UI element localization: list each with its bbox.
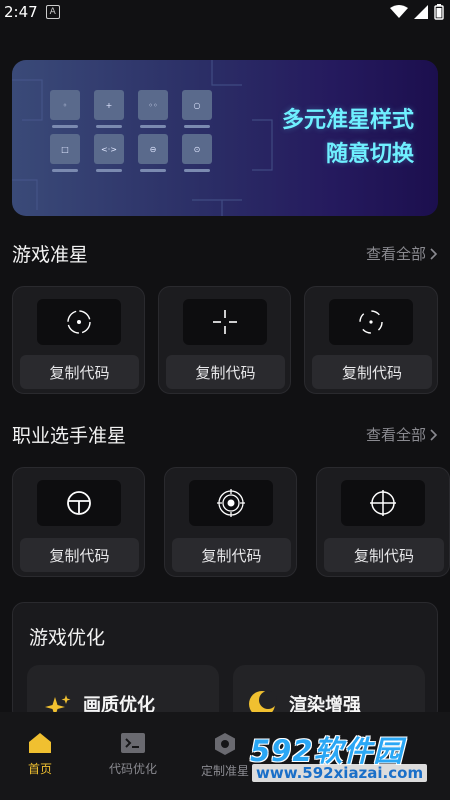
section-header-pro-crosshair: 职业选手准星 查看全部 bbox=[12, 421, 438, 448]
banner-title-line2: 随意切换 bbox=[325, 142, 414, 167]
bracket-circle-crosshair-icon bbox=[359, 310, 383, 334]
chevron-right-icon bbox=[430, 428, 438, 441]
chevron-right-icon bbox=[430, 247, 438, 260]
terminal-icon bbox=[121, 733, 145, 753]
crosshair-preview bbox=[183, 299, 267, 345]
status-bar: 2:47 A bbox=[0, 0, 450, 24]
copy-code-button[interactable]: 复制代码 bbox=[20, 355, 139, 389]
thumbnail: ◦ bbox=[50, 90, 80, 128]
status-time: 2:47 bbox=[4, 3, 38, 21]
thumbnail: □ bbox=[50, 134, 80, 172]
crosshair-card[interactable]: 复制代码 bbox=[12, 286, 145, 394]
banner-title-line1: 多元准星样式 bbox=[281, 108, 414, 133]
watermark: 592软件园 www.592xiazai.com bbox=[246, 724, 446, 788]
wifi-icon bbox=[390, 5, 408, 18]
nav-item-home[interactable]: 首页 bbox=[0, 732, 85, 777]
game-optimization-panel: 游戏优化 画质优化 渲染增强 bbox=[12, 602, 438, 735]
crosshair-card[interactable]: 复制代码 bbox=[12, 467, 145, 577]
crosshair-preview bbox=[329, 299, 413, 345]
copy-code-button[interactable]: 复制代码 bbox=[312, 355, 432, 389]
crosshair-card[interactable]: 复制代码 bbox=[164, 467, 297, 577]
see-all-label: 查看全部 bbox=[365, 245, 426, 263]
scope-crosshair-icon bbox=[370, 490, 396, 516]
thumbnail: <·> bbox=[94, 134, 124, 172]
dot-circle-crosshair-icon bbox=[67, 310, 91, 334]
promo-banner[interactable]: ◦ + ◦◦ ○ □ <·> ⊖ ⊙ 多元准星样式 随意切换 bbox=[12, 60, 438, 216]
see-all-link[interactable]: 查看全部 bbox=[366, 243, 438, 264]
crosshair-preview bbox=[341, 480, 425, 526]
section-header-game-crosshair: 游戏准星 查看全部 bbox=[12, 240, 438, 267]
copy-code-button[interactable]: 复制代码 bbox=[166, 355, 285, 389]
split-cross-crosshair-icon bbox=[213, 310, 237, 334]
nav-label: 代码优化 bbox=[108, 762, 157, 776]
crosshair-card[interactable]: 复制代码 bbox=[304, 286, 438, 394]
see-all-link[interactable]: 查看全部 bbox=[366, 424, 438, 445]
copy-code-button[interactable]: 复制代码 bbox=[20, 538, 139, 572]
nav-label: 定制准星 bbox=[200, 764, 249, 778]
thumbnail: ○ bbox=[182, 90, 212, 128]
notification-icon: A bbox=[45, 5, 60, 19]
hexagon-icon bbox=[215, 733, 235, 755]
nav-item-code-optimize[interactable]: 代码优化 bbox=[88, 732, 178, 777]
target-rings-crosshair-icon bbox=[217, 489, 245, 517]
thumbnail: ⊙ bbox=[182, 134, 212, 172]
section-title: 游戏准星 bbox=[12, 244, 89, 266]
crosshair-preview bbox=[189, 480, 273, 526]
crosshair-thumbnail-grid: ◦ + ◦◦ ○ □ <·> ⊖ ⊙ bbox=[50, 90, 212, 172]
crosshair-card[interactable]: 复制代码 bbox=[158, 286, 291, 394]
copy-code-button[interactable]: 复制代码 bbox=[172, 538, 291, 572]
copy-code-button[interactable]: 复制代码 bbox=[324, 538, 444, 572]
wheel-crosshair-icon bbox=[67, 491, 91, 515]
thumbnail: ◦◦ bbox=[138, 90, 168, 128]
crosshair-preview bbox=[37, 299, 121, 345]
home-icon bbox=[29, 733, 51, 753]
banner-title: 多元准星样式 随意切换 bbox=[282, 104, 414, 172]
thumbnail: + bbox=[94, 90, 124, 128]
battery-icon bbox=[434, 4, 444, 20]
watermark-url: www.592xiazai.com bbox=[252, 764, 428, 782]
signal-icon bbox=[414, 5, 428, 19]
crosshair-preview bbox=[37, 480, 121, 526]
nav-label: 首页 bbox=[27, 762, 52, 776]
see-all-label: 查看全部 bbox=[365, 426, 426, 444]
thumbnail: ⊖ bbox=[138, 134, 168, 172]
section-title: 职业选手准星 bbox=[12, 425, 127, 447]
optimization-title: 游戏优化 bbox=[29, 627, 106, 649]
crosshair-card[interactable]: 复制代码 bbox=[316, 467, 450, 577]
